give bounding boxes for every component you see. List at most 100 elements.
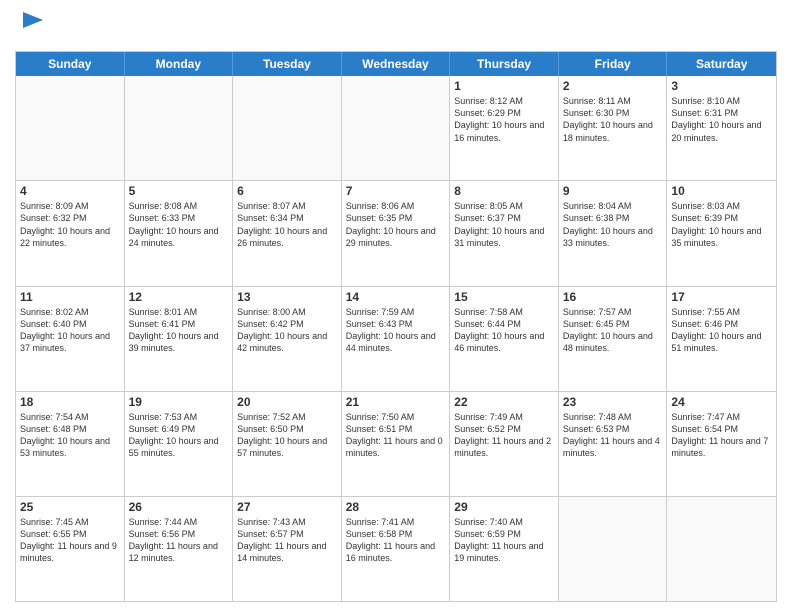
cell-daylight-info: Sunrise: 7:43 AM Sunset: 6:57 PM Dayligh…	[237, 516, 337, 565]
cell-daylight-info: Sunrise: 7:47 AM Sunset: 6:54 PM Dayligh…	[671, 411, 772, 460]
calendar-cell: 2 Sunrise: 8:11 AM Sunset: 6:30 PM Daylig…	[559, 76, 668, 180]
calendar-cell: 7Sunrise: 8:06 AM Sunset: 6:35 PM Daylig…	[342, 181, 451, 285]
calendar-cell	[233, 76, 342, 180]
day-number: 24	[671, 395, 772, 409]
day-number: 19	[129, 395, 229, 409]
calendar-header-row: SundayMondayTuesdayWednesdayThursdayFrid…	[16, 52, 776, 76]
calendar-cell	[559, 497, 668, 601]
day-number: 29	[454, 500, 554, 514]
calendar-cell: 13 Sunrise: 8:00 AM Sunset: 6:42 PM Dayli…	[233, 287, 342, 391]
cell-daylight-info: Sunrise: 8:00 AM Sunset: 6:42 PM Dayligh…	[237, 306, 337, 355]
cell-daylight-info: Sunrise: 7:53 AM Sunset: 6:49 PM Dayligh…	[129, 411, 229, 460]
page: SundayMondayTuesdayWednesdayThursdayFrid…	[0, 0, 792, 612]
day-number: 28	[346, 500, 446, 514]
day-number: 13	[237, 290, 337, 304]
header	[15, 10, 777, 43]
calendar-cell	[667, 497, 776, 601]
day-number: 1	[454, 79, 554, 93]
calendar-cell: 22 Sunrise: 7:49 AM Sunset: 6:52 PM Dayli…	[450, 392, 559, 496]
calendar-body: 1 Sunrise: 8:12 AM Sunset: 6:29 PM Daylig…	[16, 76, 776, 601]
day-number: 23	[563, 395, 663, 409]
calendar-header-cell: Tuesday	[233, 52, 342, 76]
calendar-cell: 1 Sunrise: 8:12 AM Sunset: 6:29 PM Daylig…	[450, 76, 559, 180]
calendar-header-cell: Thursday	[450, 52, 559, 76]
calendar-cell: 26Sunrise: 7:44 AM Sunset: 6:56 PM Dayli…	[125, 497, 234, 601]
day-number: 17	[671, 290, 772, 304]
logo-text	[15, 10, 45, 43]
cell-daylight-info: Sunrise: 7:45 AM Sunset: 6:55 PM Dayligh…	[20, 516, 120, 565]
calendar-cell: 27 Sunrise: 7:43 AM Sunset: 6:57 PM Dayli…	[233, 497, 342, 601]
cell-daylight-info: Sunrise: 7:55 AM Sunset: 6:46 PM Dayligh…	[671, 306, 772, 355]
cell-daylight-info: Sunrise: 7:54 AM Sunset: 6:48 PM Dayligh…	[20, 411, 120, 460]
calendar-cell: 28 Sunrise: 7:41 AM Sunset: 6:58 PM Dayli…	[342, 497, 451, 601]
calendar-cell: 5 Sunrise: 8:08 AM Sunset: 6:33 PM Daylig…	[125, 181, 234, 285]
calendar-header-cell: Friday	[559, 52, 668, 76]
calendar-header-cell: Sunday	[16, 52, 125, 76]
calendar-cell: 10 Sunrise: 8:03 AM Sunset: 6:39 PM Dayli…	[667, 181, 776, 285]
cell-daylight-info: Sunrise: 8:08 AM Sunset: 6:33 PM Dayligh…	[129, 200, 229, 249]
day-number: 5	[129, 184, 229, 198]
day-number: 10	[671, 184, 772, 198]
day-number: 3	[671, 79, 772, 93]
day-number: 4	[20, 184, 120, 198]
calendar-row: 25 Sunrise: 7:45 AM Sunset: 6:55 PM Dayli…	[16, 497, 776, 601]
day-number: 14	[346, 290, 446, 304]
calendar-row: 11Sunrise: 8:02 AM Sunset: 6:40 PM Dayli…	[16, 287, 776, 392]
calendar-cell: 11Sunrise: 8:02 AM Sunset: 6:40 PM Dayli…	[16, 287, 125, 391]
calendar-cell: 20 Sunrise: 7:52 AM Sunset: 6:50 PM Dayli…	[233, 392, 342, 496]
calendar-header-cell: Monday	[125, 52, 234, 76]
day-number: 21	[346, 395, 446, 409]
cell-daylight-info: Sunrise: 8:03 AM Sunset: 6:39 PM Dayligh…	[671, 200, 772, 249]
cell-daylight-info: Sunrise: 7:52 AM Sunset: 6:50 PM Dayligh…	[237, 411, 337, 460]
logo	[15, 10, 45, 43]
day-number: 25	[20, 500, 120, 514]
calendar-row: 4 Sunrise: 8:09 AM Sunset: 6:32 PM Daylig…	[16, 181, 776, 286]
calendar-cell: 23Sunrise: 7:48 AM Sunset: 6:53 PM Dayli…	[559, 392, 668, 496]
calendar-header-cell: Saturday	[667, 52, 776, 76]
calendar-cell: 18 Sunrise: 7:54 AM Sunset: 6:48 PM Dayli…	[16, 392, 125, 496]
cell-daylight-info: Sunrise: 7:49 AM Sunset: 6:52 PM Dayligh…	[454, 411, 554, 460]
calendar-cell: 8 Sunrise: 8:05 AM Sunset: 6:37 PM Daylig…	[450, 181, 559, 285]
calendar-cell: 21 Sunrise: 7:50 AM Sunset: 6:51 PM Dayli…	[342, 392, 451, 496]
calendar-cell	[125, 76, 234, 180]
cell-daylight-info: Sunrise: 8:05 AM Sunset: 6:37 PM Dayligh…	[454, 200, 554, 249]
calendar-cell: 16Sunrise: 7:57 AM Sunset: 6:45 PM Dayli…	[559, 287, 668, 391]
day-number: 18	[20, 395, 120, 409]
cell-daylight-info: Sunrise: 7:41 AM Sunset: 6:58 PM Dayligh…	[346, 516, 446, 565]
cell-daylight-info: Sunrise: 8:04 AM Sunset: 6:38 PM Dayligh…	[563, 200, 663, 249]
calendar-cell	[16, 76, 125, 180]
logo-bird-icon	[17, 10, 45, 38]
calendar-row: 1 Sunrise: 8:12 AM Sunset: 6:29 PM Daylig…	[16, 76, 776, 181]
cell-daylight-info: Sunrise: 7:59 AM Sunset: 6:43 PM Dayligh…	[346, 306, 446, 355]
cell-daylight-info: Sunrise: 7:58 AM Sunset: 6:44 PM Dayligh…	[454, 306, 554, 355]
calendar-row: 18 Sunrise: 7:54 AM Sunset: 6:48 PM Dayli…	[16, 392, 776, 497]
day-number: 16	[563, 290, 663, 304]
calendar: SundayMondayTuesdayWednesdayThursdayFrid…	[15, 51, 777, 602]
calendar-cell: 12Sunrise: 8:01 AM Sunset: 6:41 PM Dayli…	[125, 287, 234, 391]
cell-daylight-info: Sunrise: 8:06 AM Sunset: 6:35 PM Dayligh…	[346, 200, 446, 249]
cell-daylight-info: Sunrise: 8:01 AM Sunset: 6:41 PM Dayligh…	[129, 306, 229, 355]
cell-daylight-info: Sunrise: 7:50 AM Sunset: 6:51 PM Dayligh…	[346, 411, 446, 460]
calendar-cell: 25 Sunrise: 7:45 AM Sunset: 6:55 PM Dayli…	[16, 497, 125, 601]
cell-daylight-info: Sunrise: 8:07 AM Sunset: 6:34 PM Dayligh…	[237, 200, 337, 249]
calendar-cell: 9 Sunrise: 8:04 AM Sunset: 6:38 PM Daylig…	[559, 181, 668, 285]
calendar-header-cell: Wednesday	[342, 52, 451, 76]
day-number: 22	[454, 395, 554, 409]
calendar-cell: 19 Sunrise: 7:53 AM Sunset: 6:49 PM Dayli…	[125, 392, 234, 496]
calendar-cell: 24 Sunrise: 7:47 AM Sunset: 6:54 PM Dayli…	[667, 392, 776, 496]
day-number: 27	[237, 500, 337, 514]
calendar-cell: 29 Sunrise: 7:40 AM Sunset: 6:59 PM Dayli…	[450, 497, 559, 601]
calendar-cell: 15Sunrise: 7:58 AM Sunset: 6:44 PM Dayli…	[450, 287, 559, 391]
cell-daylight-info: Sunrise: 8:10 AM Sunset: 6:31 PM Dayligh…	[671, 95, 772, 144]
cell-daylight-info: Sunrise: 8:09 AM Sunset: 6:32 PM Dayligh…	[20, 200, 120, 249]
day-number: 20	[237, 395, 337, 409]
cell-daylight-info: Sunrise: 8:11 AM Sunset: 6:30 PM Dayligh…	[563, 95, 663, 144]
calendar-cell: 4 Sunrise: 8:09 AM Sunset: 6:32 PM Daylig…	[16, 181, 125, 285]
day-number: 11	[20, 290, 120, 304]
day-number: 8	[454, 184, 554, 198]
cell-daylight-info: Sunrise: 8:12 AM Sunset: 6:29 PM Dayligh…	[454, 95, 554, 144]
cell-daylight-info: Sunrise: 7:40 AM Sunset: 6:59 PM Dayligh…	[454, 516, 554, 565]
calendar-cell: 14 Sunrise: 7:59 AM Sunset: 6:43 PM Dayli…	[342, 287, 451, 391]
day-number: 9	[563, 184, 663, 198]
day-number: 2	[563, 79, 663, 93]
